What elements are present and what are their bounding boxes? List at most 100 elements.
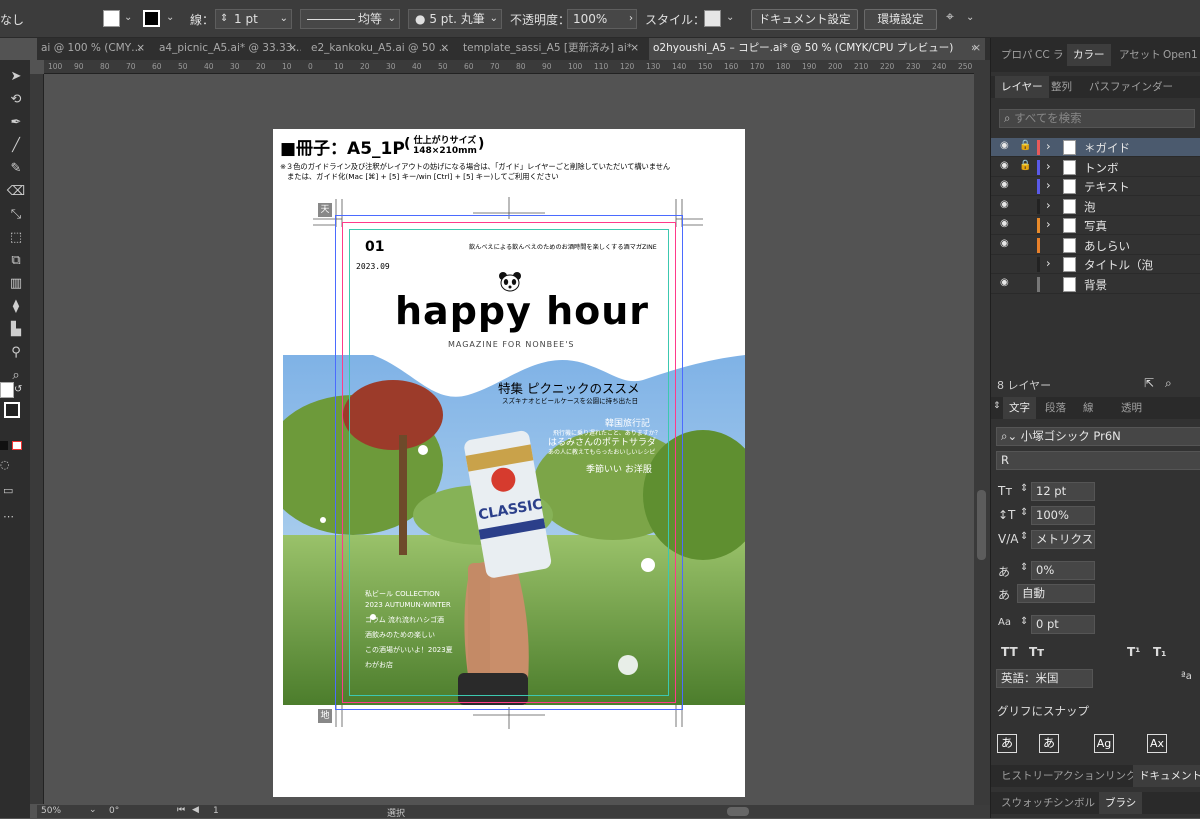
font-family-field[interactable]: ⌕⌄ 小塚ゴシック Pr6N [996, 427, 1200, 446]
lock-icon[interactable]: 🔒 [1019, 160, 1031, 171]
visibility-eye-icon[interactable]: ◉ [1000, 218, 1009, 229]
artboard[interactable]: ■冊子：A5_1P ( 仕上がりサイズ 148×210mm ) ※３色のガイドラ… [273, 129, 745, 797]
superscript-icon[interactable]: T¹ [1127, 645, 1140, 659]
tab-paragraph[interactable]: 段落 [1039, 397, 1072, 419]
stepper-icon[interactable]: ⇕ [1020, 531, 1028, 542]
opacity-field[interactable]: 100% › [567, 9, 637, 29]
stepper-icon[interactable]: ⇕ [1020, 507, 1028, 518]
document-tab[interactable]: ai @ 100 % (CMY… × [37, 38, 149, 60]
subscript-icon[interactable]: T₁ [1153, 645, 1166, 659]
font-style-field[interactable]: R [996, 451, 1200, 470]
page-number[interactable]: 1 [213, 806, 219, 816]
layer-row[interactable]: ◉ 背景 [991, 275, 1200, 294]
close-icon[interactable]: × [136, 38, 145, 59]
export-icon[interactable]: ⇱ [1144, 376, 1154, 390]
canvas-vscrollbar[interactable] [974, 60, 990, 805]
eraser-tool-icon[interactable]: ⌫ [6, 183, 26, 201]
stroke-profile-select[interactable]: 均等 ⌄ [300, 9, 400, 29]
close-icon[interactable]: × [288, 38, 297, 59]
none-mode-icon[interactable] [12, 441, 22, 450]
chevron-down-icon[interactable]: ⌄ [726, 12, 734, 23]
chevron-down-icon[interactable]: ⌄ [280, 10, 288, 28]
stroke-weight-field[interactable]: ⇕ 1 pt ⌄ [215, 9, 292, 29]
close-icon[interactable]: × [440, 38, 449, 59]
aki-field[interactable]: 自動 [1017, 584, 1095, 603]
stepper-icon[interactable]: ⇕ [1020, 483, 1028, 494]
first-page-icon[interactable]: ⏮ [177, 805, 185, 815]
fill-swatch[interactable] [103, 10, 120, 27]
chevron-right-icon[interactable]: › [629, 10, 633, 28]
stepper-icon[interactable]: ⇕ [1020, 562, 1028, 573]
tab-opentype[interactable]: Open1 [1157, 44, 1200, 66]
style-swatch[interactable] [704, 10, 721, 27]
visibility-eye-icon[interactable]: ◉ [1000, 277, 1009, 288]
swap-icon[interactable]: ↺ [14, 384, 22, 395]
stepper-icon[interactable]: ⇕ [1020, 616, 1028, 627]
tsume-field[interactable]: 0% [1031, 561, 1095, 580]
selection-tool-icon[interactable]: ➤ [6, 68, 26, 86]
visibility-eye-icon[interactable]: ◉ [1000, 238, 1009, 249]
brush-select[interactable]: ● 5 pt. 丸筆 ⌄ [408, 9, 502, 29]
tab-layers[interactable]: レイヤー [995, 76, 1049, 98]
layer-search-input[interactable]: ⌕ すべてを検索 [999, 109, 1195, 128]
tab-cc-libraries[interactable]: CC ラ [1029, 44, 1070, 66]
expand-arrow-icon[interactable]: › [1046, 198, 1051, 212]
more-tabs-icon[interactable]: » [971, 41, 978, 54]
all-caps-icon[interactable]: TT [1001, 645, 1018, 659]
layer-row[interactable]: ◉ › 写真 [991, 216, 1200, 235]
tab-color[interactable]: カラー [1067, 44, 1111, 66]
visibility-eye-icon[interactable]: ◉ [1000, 160, 1009, 171]
chevron-down-icon[interactable]: ⌄ [124, 12, 132, 23]
stroke-color-icon[interactable] [4, 402, 20, 418]
kerning-field[interactable]: メトリクス [1031, 530, 1095, 549]
prev-page-icon[interactable]: ◀ [192, 805, 199, 815]
blend-tool-icon[interactable]: ⧫ [6, 298, 26, 316]
expand-arrow-icon[interactable]: › [1046, 159, 1051, 173]
hscroll-thumb[interactable] [727, 807, 749, 816]
layer-row[interactable]: ◉ › テキスト [991, 177, 1200, 196]
expand-arrow-icon[interactable]: › [1046, 256, 1051, 270]
document-tab[interactable]: template_sassi_A5 [更新済み] ai* × [459, 38, 643, 60]
search-icon[interactable]: ⌕ [1165, 376, 1172, 391]
close-icon[interactable]: × [630, 38, 639, 59]
tab-stroke[interactable]: 線 [1077, 397, 1100, 419]
draw-mode-icon[interactable]: ◌ [0, 458, 10, 471]
snap-to-em-box-icon[interactable]: あ [1039, 734, 1059, 753]
screen-mode-icon[interactable]: ▭ [3, 484, 13, 497]
lasso-tool-icon[interactable]: ⟲ [6, 91, 26, 109]
gradient-tool-icon[interactable]: ▥ [6, 275, 26, 293]
stepper-icon[interactable]: ⇕ [220, 10, 228, 28]
tab-align[interactable]: 整列 [1045, 76, 1078, 98]
vertical-scale-field[interactable]: 100% [1031, 506, 1095, 525]
scale-tool-icon[interactable]: ⤡ [6, 206, 26, 224]
chevron-down-icon[interactable]: ⌄ [89, 805, 97, 815]
document-tab[interactable]: o2hyoushi_A5 – コピー.ai* @ 50 % (CMYK/CPU … [649, 38, 985, 60]
visibility-eye-icon[interactable]: ◉ [1000, 179, 1009, 190]
visibility-eye-icon[interactable]: ◉ [1000, 140, 1009, 151]
fill-color-icon[interactable] [0, 382, 14, 398]
language-select[interactable]: 英語：米国 [996, 669, 1093, 688]
color-mode-icon[interactable] [0, 441, 8, 450]
snap-to-baseline-icon[interactable]: Ag [1094, 734, 1114, 753]
more-tools-icon[interactable]: ⋯ [3, 510, 14, 523]
layer-row[interactable]: › タイトル（泡 [991, 255, 1200, 274]
zoom-level[interactable]: 50% [41, 806, 61, 816]
preferences-button[interactable]: 環境設定 [864, 9, 937, 30]
eyedropper-icon[interactable]: ⚲ [6, 344, 26, 362]
font-size-field[interactable]: 12 pt [1031, 482, 1095, 501]
snap-to-xheight-icon[interactable]: Ax [1147, 734, 1167, 753]
tab-symbols[interactable]: シンボル [1047, 792, 1101, 814]
chevron-down-icon[interactable]: ⌄ [166, 12, 174, 23]
document-tab[interactable]: e2_kankoku_A5.ai @ 50 … × [307, 38, 453, 60]
tab-pathfinder[interactable]: パスファインダー [1083, 76, 1179, 98]
visibility-eye-icon[interactable]: ◉ [1000, 199, 1009, 210]
arrange-icon[interactable]: ⌖ [946, 9, 954, 25]
chevron-down-icon[interactable]: ⌄ [388, 10, 396, 28]
chevron-down-icon[interactable]: ⌄ [966, 12, 974, 23]
collapse-icon[interactable]: ⇕ [993, 401, 1001, 411]
tab-character[interactable]: 文字 [1003, 397, 1036, 419]
tab-brushes[interactable]: ブラシ [1099, 792, 1143, 814]
layer-row[interactable]: ◉ 🔒 › トンボ [991, 158, 1200, 177]
layer-row[interactable]: ◉ 🔒 › ＊ガイド [991, 138, 1200, 157]
layer-row[interactable]: ◉ あしらい [991, 236, 1200, 255]
